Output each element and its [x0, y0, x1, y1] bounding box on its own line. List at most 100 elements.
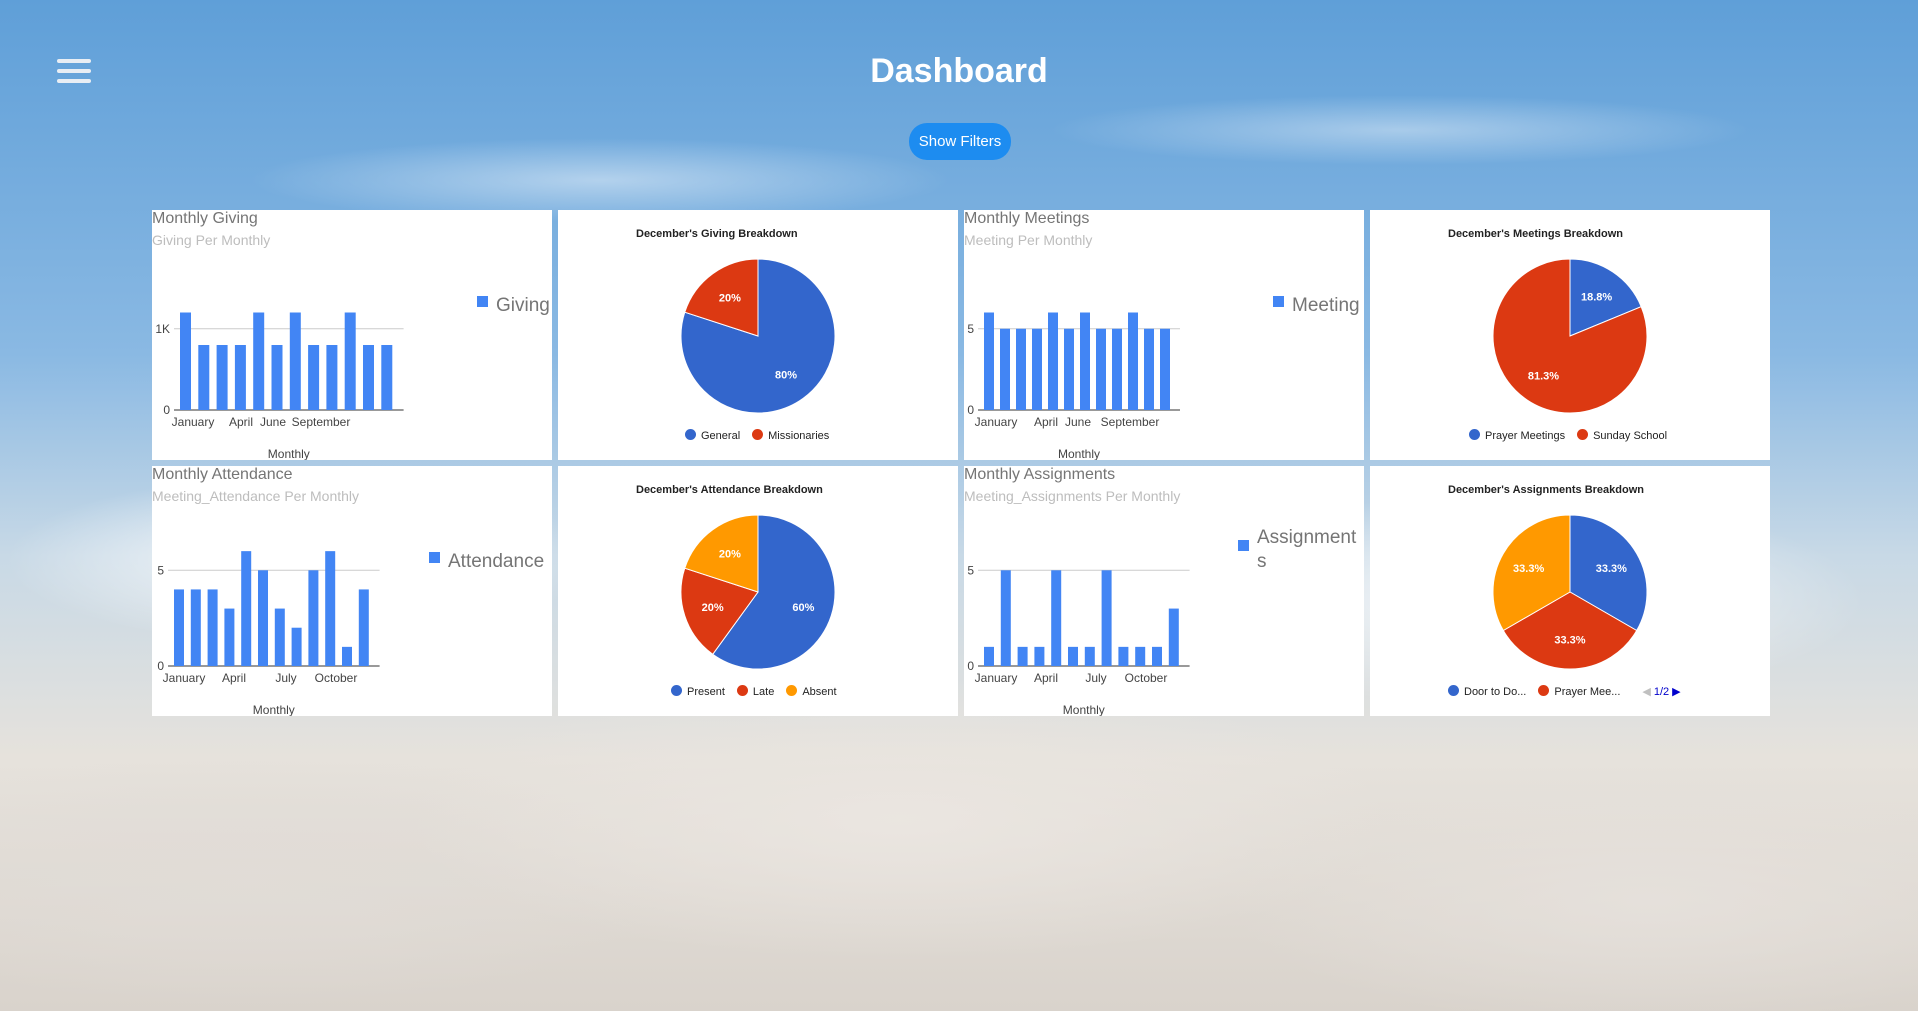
x-axis-title: Monthly [1063, 703, 1105, 716]
x-tick-label: January [172, 415, 215, 429]
y-tick-label: 5 [967, 322, 974, 336]
legend-label: Absent [802, 686, 837, 698]
bar-december [358, 589, 369, 666]
pie-legend: General Missionaries [685, 429, 841, 442]
y-tick-label: 0 [163, 403, 170, 417]
card-title: Monthly Giving [152, 210, 258, 227]
attendance-breakdown-card: 60% 20% 20% December's Attendance Breakdow… [558, 466, 958, 716]
bar-june [258, 570, 268, 666]
attendance-breakdown-pie: 60% 20% 20% [680, 514, 836, 670]
legend-dot [1538, 685, 1550, 696]
legend-item: Absent [786, 685, 837, 698]
slice-label: 80% [775, 370, 797, 382]
bar-march [207, 589, 218, 666]
legend-swatch [429, 552, 440, 563]
chart-legend: Meeting [1273, 294, 1360, 318]
legend-dot [671, 685, 682, 696]
assignments-breakdown-pie: 33.3% 33.3% 33.3% [1492, 514, 1648, 670]
show-filters-button[interactable]: Show Filters [909, 123, 1011, 160]
x-tick-label: April [222, 671, 246, 685]
slice-label: 20% [702, 602, 724, 614]
x-tick-label: April [229, 415, 253, 429]
legend-item: Sunday School [1577, 429, 1667, 442]
slice-label: 81.3% [1528, 371, 1559, 383]
legend-dot [752, 429, 764, 440]
bar-march [1017, 646, 1028, 666]
bar-november [1144, 328, 1154, 410]
legend-dot [736, 685, 748, 696]
x-tick-label: June [260, 415, 286, 429]
legend-swatch [477, 296, 488, 307]
pie-title: December's Assignments Breakdown [1448, 484, 1644, 496]
bar-july [289, 312, 301, 410]
bar-january [984, 312, 994, 410]
pie-legend: Door to Do... Prayer Mee... ◀ 1/2 ▶ [1448, 685, 1681, 698]
bar-february [1000, 570, 1011, 666]
pager-prev-icon[interactable]: ◀ [1642, 686, 1650, 698]
giving-breakdown-card: 80% 20% December's Giving Breakdown Gener… [558, 210, 958, 460]
x-axis-title: Monthly [268, 447, 310, 460]
bar-may [253, 312, 265, 410]
bar-april [1032, 328, 1042, 410]
bar-november [1152, 646, 1162, 666]
bar-april [234, 345, 246, 410]
legend-label: Prayer Meetings [1485, 430, 1566, 442]
slice-label: 60% [792, 602, 814, 614]
meetings-breakdown-card: 18.8% 81.3% December's Meetings Breakdown… [1370, 210, 1770, 460]
x-tick-label: October [315, 671, 358, 685]
card-subtitle: Giving Per Monthly [152, 232, 271, 248]
x-tick-label: June [1065, 415, 1091, 429]
chart-legend: Assignment s [1238, 526, 1358, 574]
bar-may [1051, 570, 1062, 666]
card-title: Monthly Meetings [964, 210, 1090, 227]
slice-label: 18.8% [1581, 291, 1612, 303]
bar-august [308, 345, 320, 410]
pie-legend: Prayer Meetings Sunday School [1469, 429, 1679, 442]
chart-legend: Giving [477, 294, 550, 318]
bar-october [325, 551, 336, 666]
meetings-breakdown-pie: 18.8% 81.3% [1492, 258, 1648, 414]
card-subtitle: Meeting Per Monthly [964, 232, 1093, 248]
pie-title: December's Meetings Breakdown [1448, 228, 1624, 240]
assignments-breakdown-card: 33.3% 33.3% 33.3% December's Assignments B… [1370, 466, 1770, 716]
legend-label: Attendance [448, 551, 545, 572]
legend-label: Present [687, 686, 725, 698]
x-tick-label: January [975, 671, 1018, 685]
slice-label: 33.3% [1596, 563, 1627, 575]
legend-dot [1469, 429, 1480, 440]
bar-september [308, 570, 319, 666]
y-tick-label: 1K [155, 322, 170, 336]
y-tick-label: 5 [967, 563, 974, 577]
slice-label: 20% [719, 548, 741, 560]
legend-item: Prayer Meetings [1469, 429, 1565, 442]
legend-label: Giving [496, 295, 550, 316]
legend-item: Present [671, 685, 725, 698]
y-tick-label: 0 [967, 403, 974, 417]
x-axis-title: Monthly [1058, 447, 1100, 460]
bar-june [1064, 328, 1074, 410]
bar-august [1101, 570, 1112, 666]
legend-dot [1577, 429, 1589, 440]
bar-september [1112, 328, 1122, 410]
page-title: Dashboard [870, 52, 1048, 90]
slice-label: 33.3% [1554, 635, 1585, 647]
y-tick-label: 0 [967, 659, 974, 673]
bar-september [1118, 646, 1129, 666]
legend-dot [786, 685, 798, 696]
x-tick-label: April [1034, 671, 1058, 685]
bar-march [216, 345, 228, 410]
bar-october [1135, 646, 1146, 666]
monthly-giving-card: 0 1K January April June September Monthly Mont… [152, 210, 552, 460]
bar-february [1000, 328, 1010, 410]
bar-january [984, 646, 994, 666]
bar-february [190, 589, 201, 666]
pager-next-icon[interactable]: ▶ [1672, 686, 1680, 698]
pager-page-number: 1/2 [1653, 686, 1670, 698]
legend-swatch [1238, 540, 1249, 551]
bar-december [1160, 328, 1170, 410]
y-tick-label: 5 [157, 563, 164, 577]
legend-label: Missionaries [768, 430, 830, 442]
monthly-assignments-card: 0 5 January April July October Monthly Monthly… [964, 466, 1364, 716]
x-tick-label: April [1034, 415, 1058, 429]
x-tick-label: January [163, 671, 206, 685]
